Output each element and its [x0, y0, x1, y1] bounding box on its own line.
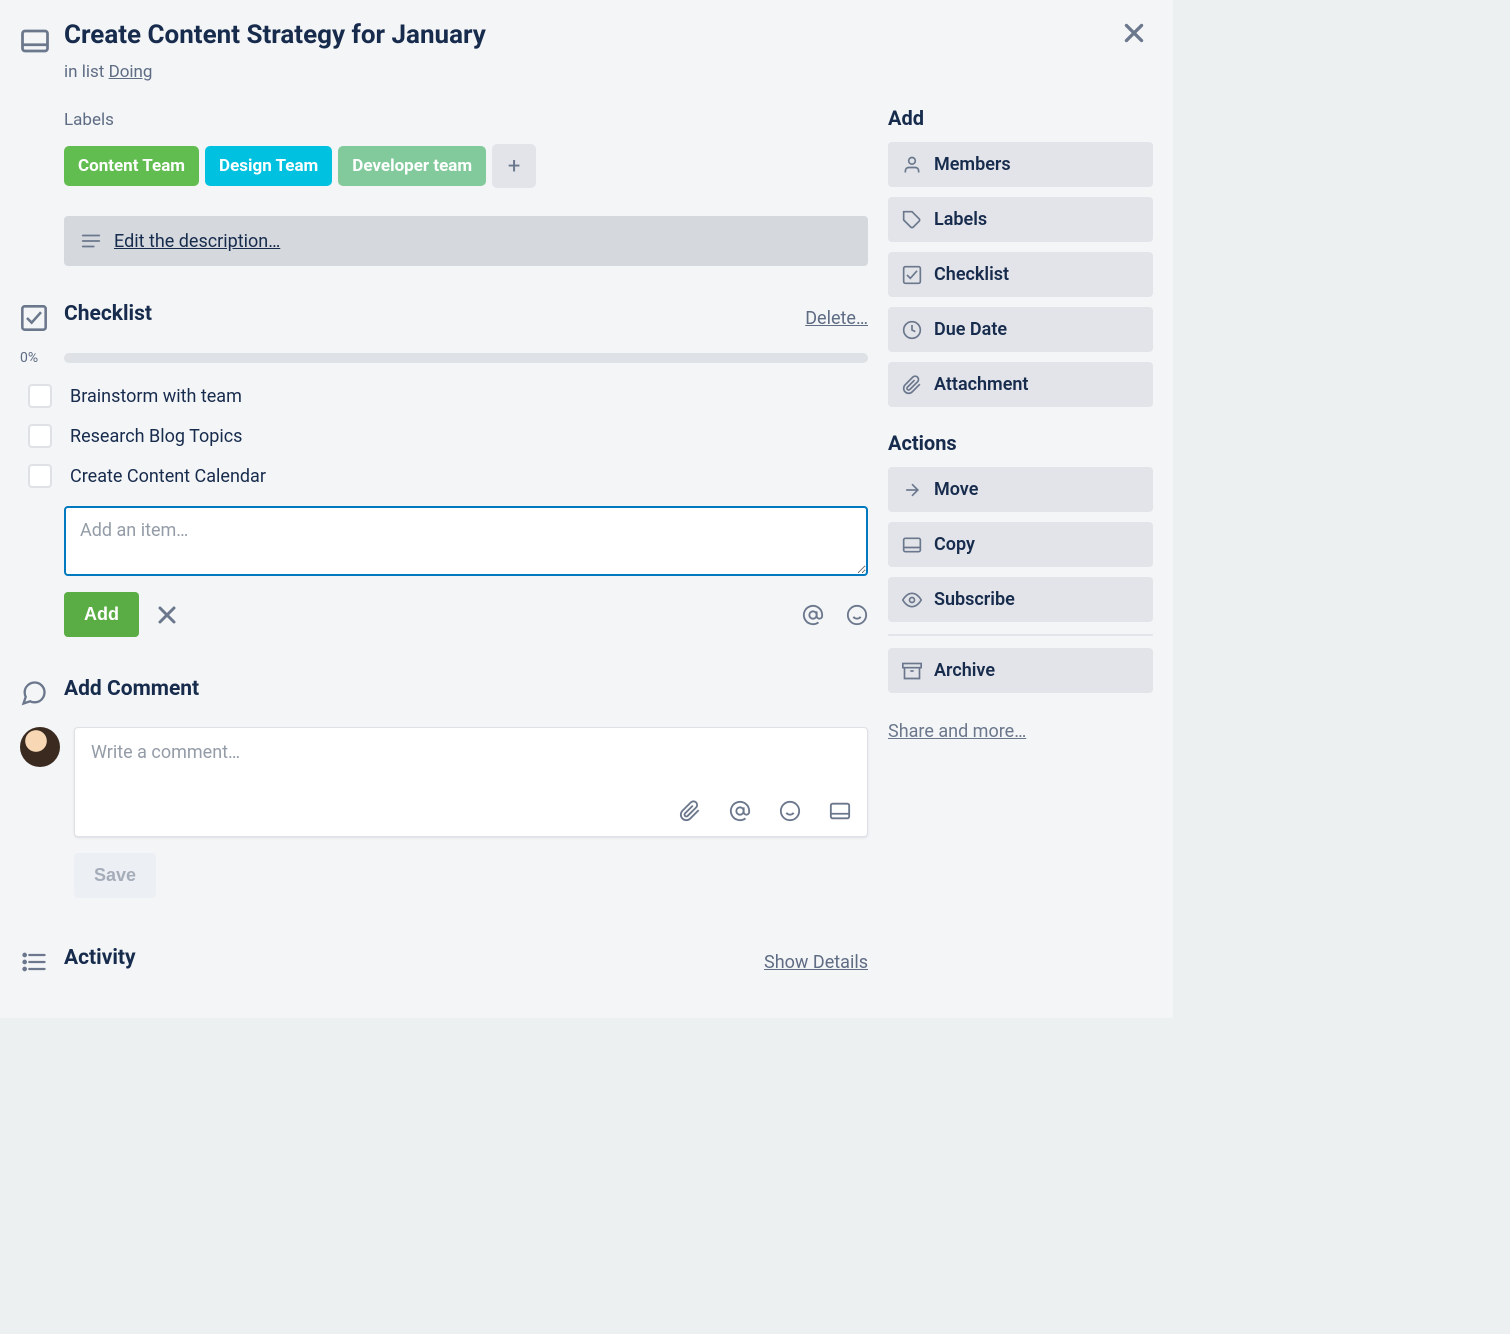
checklist-item[interactable]: Create Content Calendar [20, 456, 868, 496]
delete-checklist-link[interactable]: Delete… [805, 308, 868, 329]
divider [888, 634, 1153, 636]
show-details-link[interactable]: Show Details [764, 952, 868, 973]
in-list-text: in list Doing [64, 62, 868, 82]
sidebar-item-label: Members [934, 154, 1011, 175]
labels-heading: Labels [64, 110, 868, 130]
checklist-item[interactable]: Research Blog Topics [20, 416, 868, 456]
add-comment-title: Add Comment [64, 677, 199, 701]
user-avatar[interactable] [20, 727, 60, 767]
attachment-icon[interactable] [679, 800, 701, 822]
cancel-add-item-button[interactable] [155, 603, 179, 627]
checklist-item-label: Create Content Calendar [70, 466, 266, 487]
sidebar-copy-button[interactable]: Copy [888, 522, 1153, 567]
checklist-title: Checklist [64, 302, 152, 326]
sidebar-labels-button[interactable]: Labels [888, 197, 1153, 242]
sidebar-members-button[interactable]: Members [888, 142, 1153, 187]
arrow-right-icon [902, 480, 922, 500]
sidebar-add-heading: Add [888, 106, 1153, 130]
card-icon[interactable] [829, 800, 851, 822]
sidebar-item-label: Move [934, 479, 978, 500]
mention-icon[interactable] [729, 800, 751, 822]
close-icon [1121, 20, 1147, 46]
progress-bar [64, 353, 868, 363]
checklist-item-label: Brainstorm with team [70, 386, 242, 407]
card-modal: Create Content Strategy for January in l… [0, 0, 1173, 1018]
list-name-link[interactable]: Doing [109, 62, 153, 82]
comment-placeholder: Write a comment… [91, 742, 851, 780]
checklist-icon [20, 304, 50, 334]
sidebar-item-label: Labels [934, 209, 987, 230]
card-title[interactable]: Create Content Strategy for January [64, 20, 486, 51]
tag-icon [902, 210, 922, 230]
paperclip-icon [902, 375, 922, 395]
close-button[interactable] [1119, 18, 1149, 48]
edit-description-text: Edit the description… [114, 231, 280, 252]
main-column: Create Content Strategy for January in l… [20, 20, 868, 978]
save-comment-button[interactable]: Save [74, 853, 156, 898]
check-icon [902, 265, 922, 285]
sidebar-archive-button[interactable]: Archive [888, 648, 1153, 693]
sidebar-item-label: Copy [934, 534, 975, 555]
labels-row: Content Team Design Team Developer team … [64, 144, 868, 188]
activity-icon [20, 948, 50, 978]
sidebar-actions-heading: Actions [888, 431, 1153, 455]
checklist-item-label: Research Blog Topics [70, 426, 242, 447]
emoji-icon[interactable] [779, 800, 801, 822]
card-icon [20, 26, 50, 56]
label-content-team[interactable]: Content Team [64, 146, 199, 186]
sidebar-item-label: Checklist [934, 264, 1009, 285]
activity-title: Activity [64, 946, 136, 970]
sidebar-item-label: Due Date [934, 319, 1007, 340]
checklist-checkbox[interactable] [28, 464, 52, 488]
edit-description-box[interactable]: Edit the description… [64, 216, 868, 266]
checklist-checkbox[interactable] [28, 424, 52, 448]
sidebar-move-button[interactable]: Move [888, 467, 1153, 512]
sidebar-subscribe-button[interactable]: Subscribe [888, 577, 1153, 622]
sidebar-item-label: Attachment [934, 374, 1028, 395]
sidebar-item-label: Subscribe [934, 589, 1015, 610]
clock-icon [902, 320, 922, 340]
sidebar-attachment-button[interactable]: Attachment [888, 362, 1153, 407]
description-icon [80, 230, 102, 252]
in-list-prefix: in list [64, 62, 109, 82]
add-label-button[interactable]: + [492, 144, 536, 188]
eye-icon [902, 590, 922, 610]
archive-icon [902, 661, 922, 681]
sidebar-due-date-button[interactable]: Due Date [888, 307, 1153, 352]
comment-input[interactable]: Write a comment… [74, 727, 868, 837]
mention-icon[interactable] [802, 604, 824, 626]
person-icon [902, 155, 922, 175]
sidebar-checklist-button[interactable]: Checklist [888, 252, 1153, 297]
progress-percent: 0% [20, 350, 50, 366]
checklist-items: Brainstorm with team Research Blog Topic… [20, 376, 868, 496]
sidebar-item-label: Archive [934, 660, 995, 681]
emoji-icon[interactable] [846, 604, 868, 626]
card-icon [902, 535, 922, 555]
add-checklist-item-input[interactable] [64, 506, 868, 576]
sidebar: Add Members Labels Checklist Due Date At… [888, 20, 1153, 978]
label-design-team[interactable]: Design Team [205, 146, 332, 186]
checklist-checkbox[interactable] [28, 384, 52, 408]
label-developer-team[interactable]: Developer team [338, 146, 486, 186]
share-more-link[interactable]: Share and more… [888, 721, 1026, 742]
add-checklist-item-button[interactable]: Add [64, 592, 139, 637]
comment-icon [20, 679, 50, 709]
checklist-item[interactable]: Brainstorm with team [20, 376, 868, 416]
checklist-progress: 0% [20, 350, 868, 366]
